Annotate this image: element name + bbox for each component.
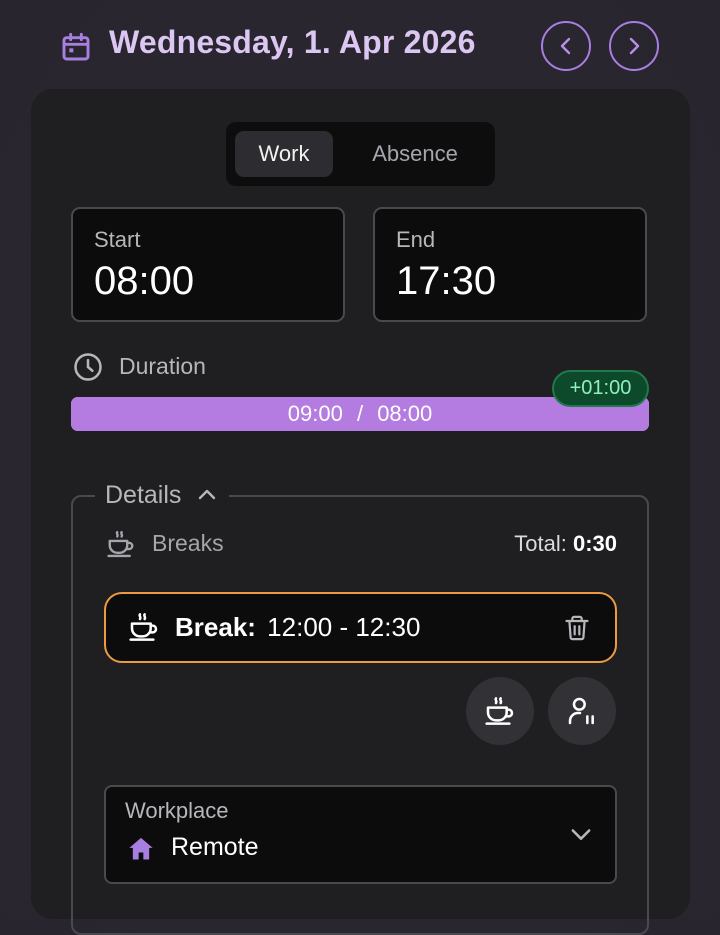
details-label: Details (105, 480, 182, 509)
tab-absence[interactable]: Absence (340, 131, 490, 177)
workplace-label: Workplace (125, 798, 229, 823)
coffee-icon (129, 613, 158, 641)
next-day-button[interactable] (609, 21, 659, 71)
coffee-icon (107, 530, 134, 558)
chevron-right-icon (629, 37, 640, 55)
workplace-select[interactable]: Workplace Remote (104, 785, 617, 884)
duration-label: Duration (119, 353, 206, 379)
home-icon (129, 837, 153, 860)
clock-icon (74, 353, 102, 381)
breaks-total-label: Total: (514, 531, 567, 556)
details-section: Details Breaks Total: 0:30 Break: 12:00 … (71, 475, 649, 935)
trash-icon[interactable] (563, 613, 591, 643)
break-label: Break: (175, 612, 256, 642)
person-pause-button[interactable] (548, 677, 616, 745)
chevron-down-icon (571, 829, 591, 840)
chevron-left-icon (560, 37, 571, 55)
duration-separator: / (356, 401, 364, 426)
calendar-icon (62, 32, 90, 61)
chevron-up-icon (199, 489, 216, 500)
duration-target: 08:00 (377, 401, 433, 426)
time-entry-card: Work Absence Start 08:00 End 17:30 Durat… (31, 89, 690, 935)
overtime-badge: +01:00 (552, 370, 649, 407)
end-time-value: 17:30 (396, 259, 497, 303)
break-range: 12:00 - 12:30 (267, 612, 421, 642)
mode-toggle: Work Absence (226, 122, 495, 186)
tab-work[interactable]: Work (235, 131, 333, 177)
start-time-field[interactable]: Start 08:00 (71, 207, 345, 322)
end-time-label: End (396, 227, 436, 252)
previous-day-button[interactable] (541, 21, 591, 71)
details-toggle[interactable]: Details (95, 475, 230, 515)
break-item[interactable]: Break: 12:00 - 12:30 (104, 592, 617, 663)
workplace-value: Remote (171, 833, 259, 861)
start-time-label: Start (94, 227, 141, 252)
date-header: Wednesday, 1. Apr 2026 (0, 0, 720, 90)
start-time-value: 08:00 (94, 259, 195, 303)
person-pause-icon (568, 697, 594, 725)
coffee-icon (485, 697, 514, 725)
breaks-total-value: 0:30 (572, 531, 617, 556)
breaks-total: Total: 0:30 (514, 531, 617, 557)
date-title: Wednesday, 1. Apr 2026 (109, 24, 476, 60)
duration-worked: 09:00 (287, 401, 343, 426)
end-time-field[interactable]: End 17:30 (373, 207, 647, 322)
add-break-button[interactable] (466, 677, 534, 745)
breaks-label: Breaks (152, 530, 224, 556)
break-text: Break: 12:00 - 12:30 (175, 612, 420, 643)
